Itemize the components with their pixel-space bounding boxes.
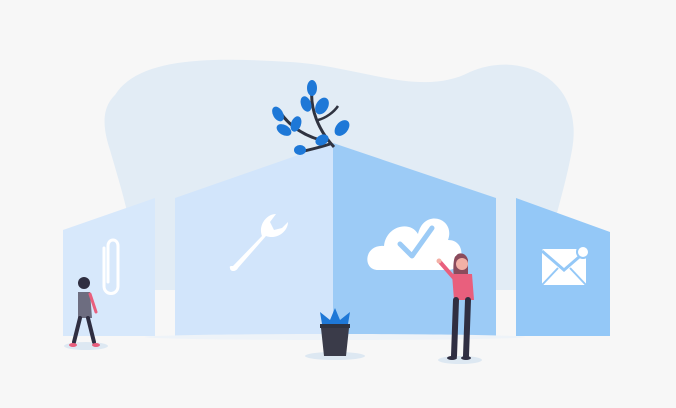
illustration-scene	[63, 59, 610, 364]
envelope-notification-icon	[541, 245, 590, 286]
